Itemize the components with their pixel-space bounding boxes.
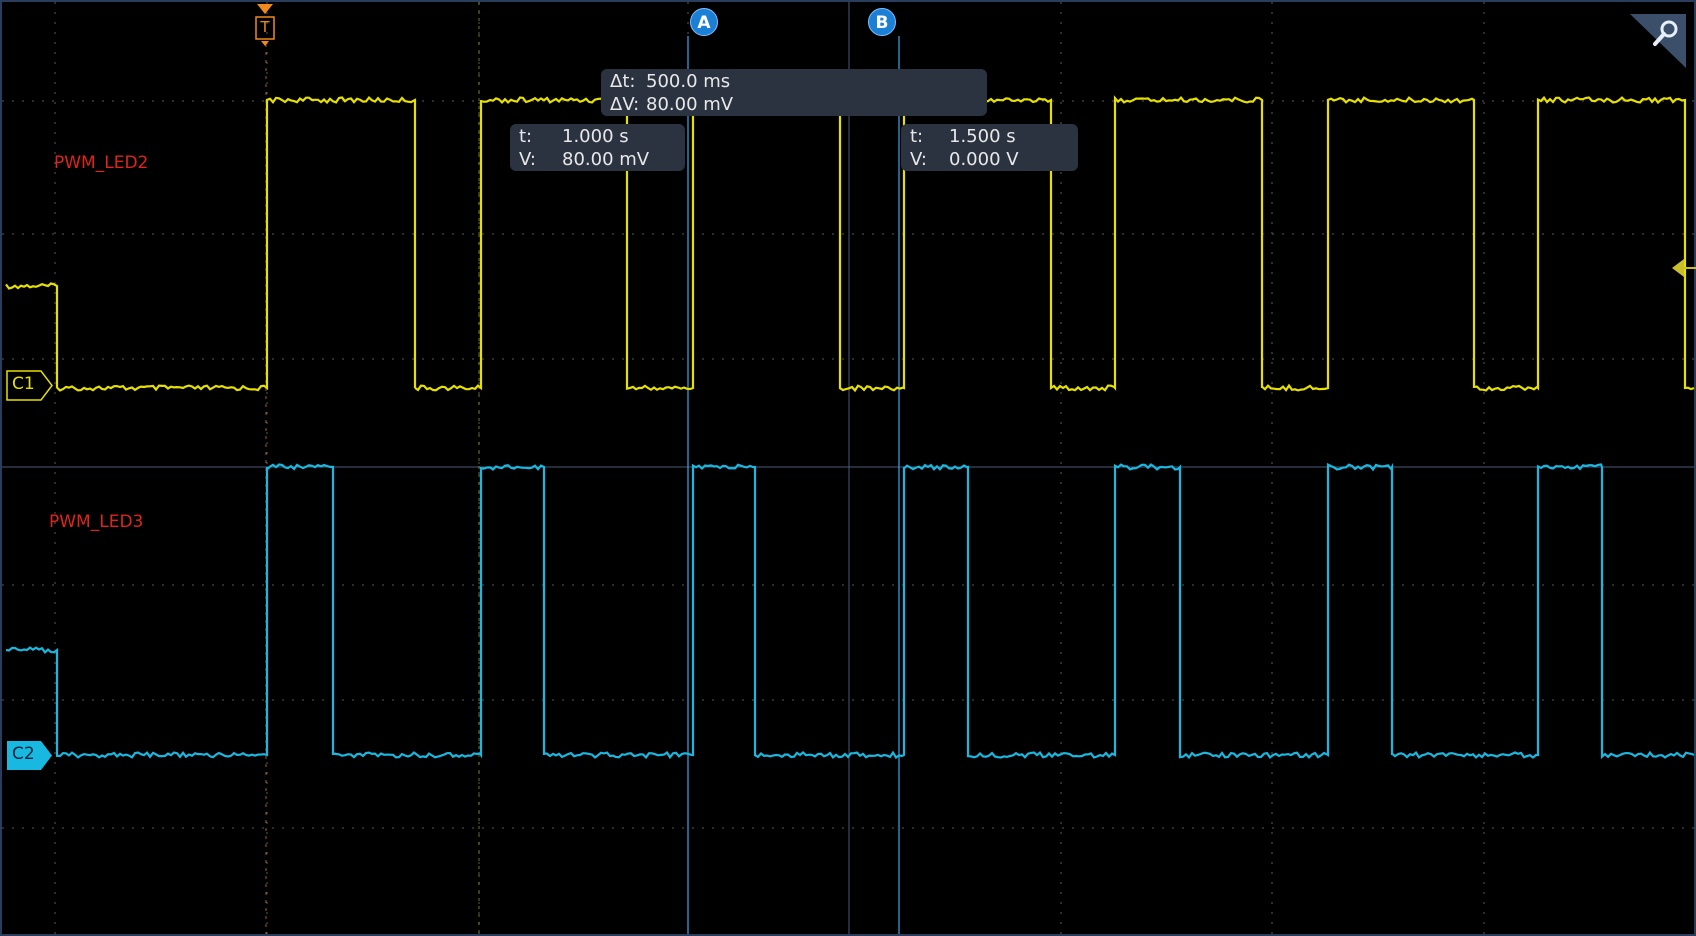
channel-2-id: C2 [12,744,35,764]
cursor-b-v-key: V: [910,149,927,170]
cursor-b-t-key: t: [910,126,924,147]
cursor-a-v-value: 80.00 mV [562,149,650,170]
delta-t-key: Δt: [610,71,636,92]
cursor-a-t-value: 1.000 s [562,126,629,147]
channel-2-name: PWM_LED3 [49,512,144,532]
channel-1-trace [5,95,1695,393]
trigger-marker-icon[interactable]: T [254,4,276,46]
waveform-area[interactable] [0,0,1696,936]
channel-2-trace [5,462,1695,760]
cursor-b-readout[interactable]: t: 1.500 s V: 0.000 V [901,124,1078,171]
cursor-b-t-value: 1.500 s [949,126,1016,147]
offset-arrow-icon[interactable] [1670,256,1696,280]
delta-v-value: 80.00 mV [646,94,734,115]
channel-1-id: C1 [12,374,35,394]
delta-v-key: ΔV: [610,94,640,115]
cursor-a-v-key: V: [519,149,536,170]
channel-2-marker-icon[interactable]: C2 [6,740,54,771]
delta-t-value: 500.0 ms [646,71,731,92]
magnifier-icon[interactable] [1626,14,1686,68]
cursor-a-readout[interactable]: t: 1.000 s V: 80.00 mV [510,124,685,171]
cursor-b-handle[interactable]: B [868,8,896,36]
cursor-b-v-value: 0.000 V [949,149,1019,170]
oscilloscope-display[interactable]: T A B PWM_LED2 PWM_LED3 Δt: 500.0 ms ΔV: 8… [0,0,1696,936]
trigger-label: T [260,18,270,36]
channel-1-marker-icon[interactable]: C1 [6,370,54,401]
delta-readout[interactable]: Δt: 500.0 ms ΔV: 80.00 mV [601,69,987,116]
cursor-a-t-key: t: [519,126,533,147]
cursor-a-handle[interactable]: A [690,8,718,36]
channel-1-name: PWM_LED2 [54,153,149,173]
